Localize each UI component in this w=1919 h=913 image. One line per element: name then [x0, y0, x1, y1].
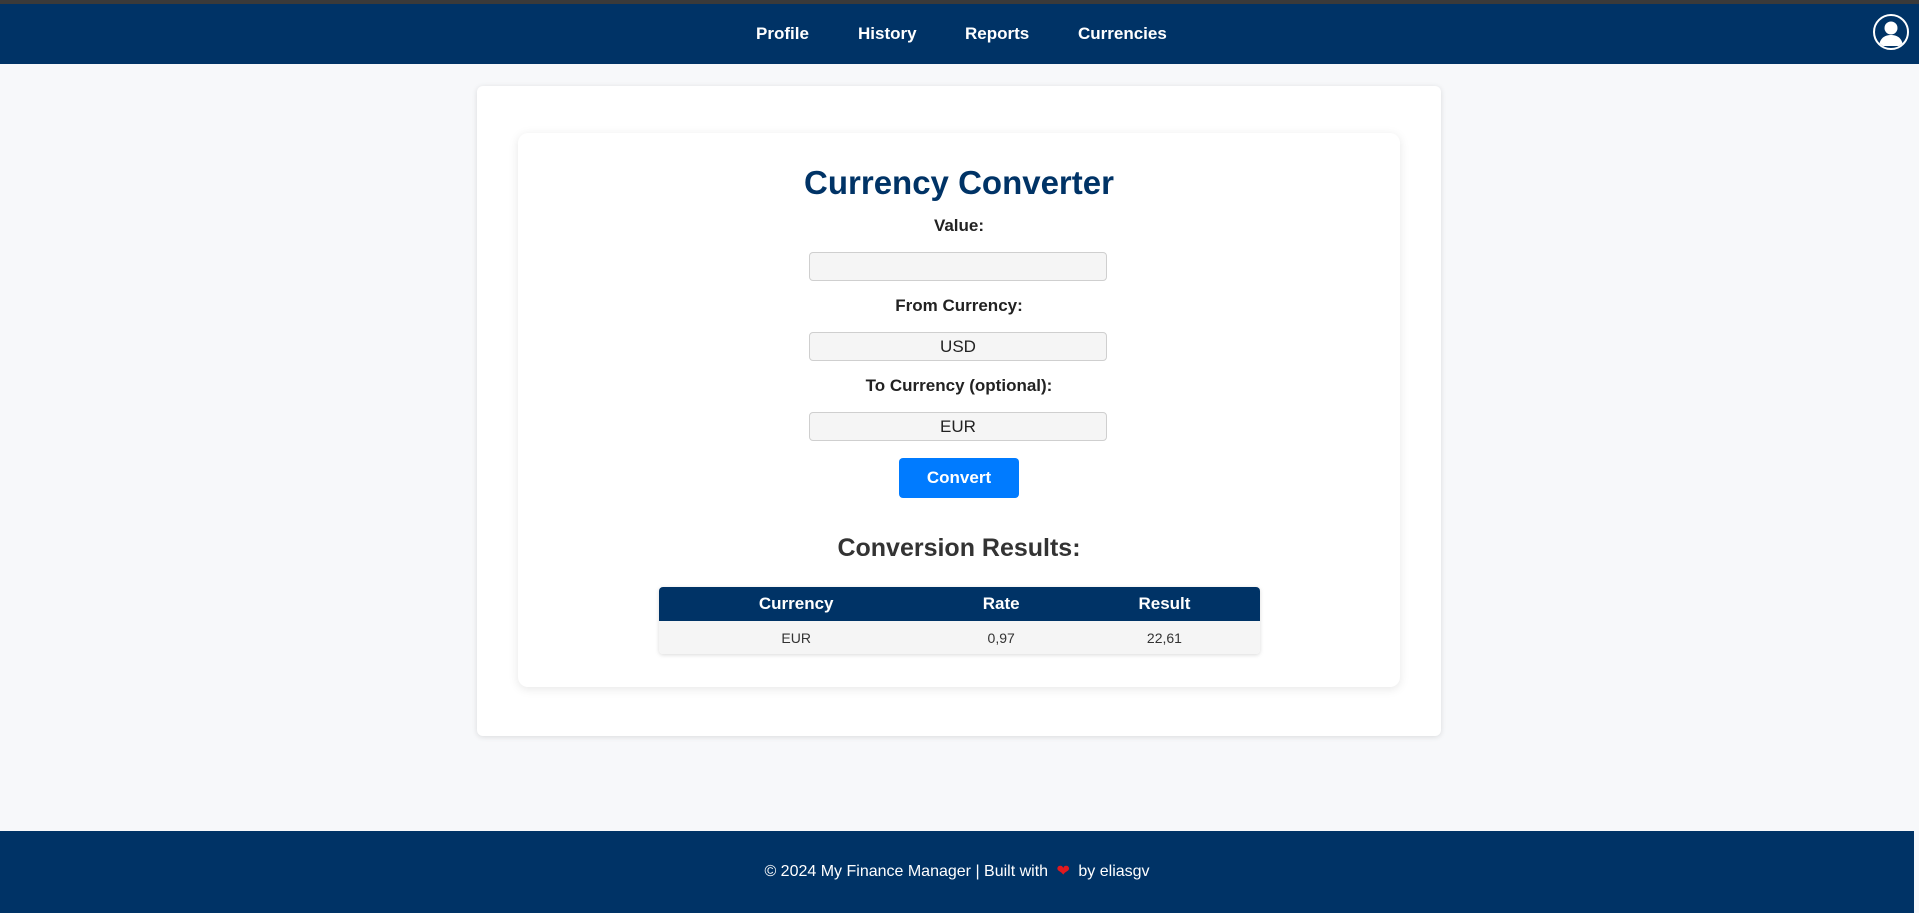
cell-currency: EUR	[659, 621, 934, 654]
nav-links: Profile History Reports Currencies	[0, 4, 1919, 64]
table-header-row: Currency Rate Result	[659, 587, 1260, 621]
value-label: Value:	[933, 216, 985, 235]
results-table: Currency Rate Result EUR 0,97 22,61	[659, 587, 1260, 654]
cell-rate: 0,97	[933, 621, 1069, 654]
footer: © 2024 My Finance Manager | Built with ❤…	[0, 831, 1914, 913]
user-avatar-icon[interactable]	[1873, 14, 1909, 50]
to-currency-field[interactable]: EUR	[809, 412, 1107, 441]
value-input[interactable]	[809, 252, 1107, 281]
top-navbar: Profile History Reports Currencies	[0, 4, 1919, 64]
results-title: Conversion Results:	[837, 534, 1081, 562]
nav-item-reports[interactable]: Reports	[965, 4, 1029, 64]
page-title: Currency Converter	[804, 164, 1114, 201]
nav-item-currencies[interactable]: Currencies	[1078, 4, 1167, 64]
heart-icon: ❤	[1056, 863, 1070, 880]
to-currency-label: To Currency (optional):	[865, 376, 1053, 395]
table-row: EUR 0,97 22,61	[659, 621, 1260, 654]
nav-item-profile[interactable]: Profile	[756, 4, 809, 64]
column-header-rate: Rate	[933, 587, 1069, 621]
footer-author: by eliasgv	[1078, 863, 1150, 880]
from-currency-field[interactable]: USD	[809, 332, 1107, 361]
column-header-currency: Currency	[659, 587, 934, 621]
footer-text: © 2024 My Finance Manager | Built with ❤…	[0, 831, 1914, 913]
from-currency-label: From Currency:	[895, 296, 1023, 315]
footer-copyright: © 2024 My Finance Manager | Built with	[764, 863, 1049, 880]
cell-result: 22,61	[1068, 621, 1260, 654]
nav-item-history[interactable]: History	[858, 4, 917, 64]
convert-button[interactable]: Convert	[899, 458, 1019, 498]
column-header-result: Result	[1068, 587, 1260, 621]
